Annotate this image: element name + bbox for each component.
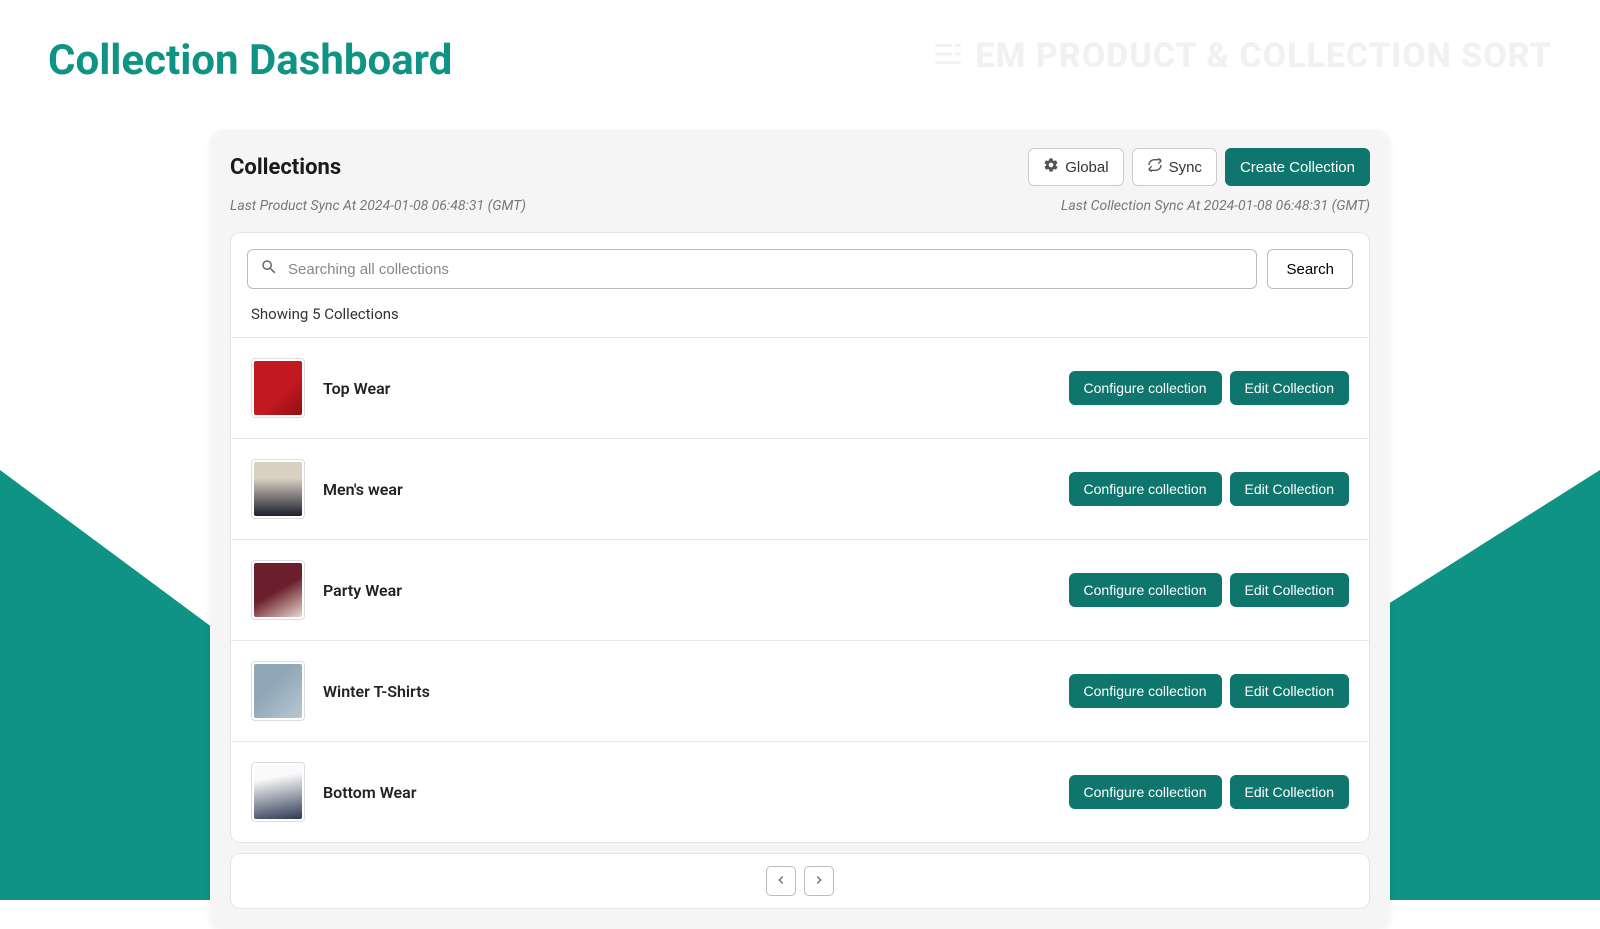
search-button[interactable]: Search <box>1267 249 1353 289</box>
configure-collection-button[interactable]: Configure collection <box>1069 472 1222 506</box>
showing-count: Showing 5 Collections <box>231 299 1369 337</box>
configure-collection-button[interactable]: Configure collection <box>1069 573 1222 607</box>
configure-collection-button[interactable]: Configure collection <box>1069 371 1222 405</box>
chevron-right-icon <box>812 873 826 890</box>
collections-panel: Collections Global Sync Create Collectio… <box>210 130 1390 929</box>
last-product-sync: Last Product Sync At 2024-01-08 06:48:31… <box>230 198 526 214</box>
collection-name: Party Wear <box>323 581 402 600</box>
edit-collection-button[interactable]: Edit Collection <box>1230 371 1350 405</box>
panel-title: Collections <box>230 155 341 180</box>
collection-thumbnail <box>251 560 305 620</box>
collection-row: Top Wear Configure collection Edit Colle… <box>231 337 1369 438</box>
search-icon <box>260 258 288 280</box>
configure-collection-button[interactable]: Configure collection <box>1069 775 1222 809</box>
collection-name: Bottom Wear <box>323 783 416 802</box>
pagination <box>230 853 1370 909</box>
create-collection-label: Create Collection <box>1240 159 1355 176</box>
list-icon <box>931 37 965 75</box>
global-button-label: Global <box>1065 159 1108 176</box>
collection-thumbnail <box>251 459 305 519</box>
last-collection-sync: Last Collection Sync At 2024-01-08 06:48… <box>1061 198 1370 214</box>
collection-thumbnail <box>251 762 305 822</box>
prev-page-button[interactable] <box>766 866 796 896</box>
brand-logo: EM PRODUCT & COLLECTION SORT <box>931 36 1552 76</box>
brand-text: EM PRODUCT & COLLECTION SORT <box>975 36 1552 76</box>
collection-row: Winter T-Shirts Configure collection Edi… <box>231 640 1369 741</box>
global-button[interactable]: Global <box>1028 148 1123 186</box>
sync-button-label: Sync <box>1169 159 1202 176</box>
configure-collection-button[interactable]: Configure collection <box>1069 674 1222 708</box>
search-input[interactable] <box>288 261 1244 278</box>
edit-collection-button[interactable]: Edit Collection <box>1230 674 1350 708</box>
gear-icon <box>1043 157 1059 177</box>
collection-row: Bottom Wear Configure collection Edit Co… <box>231 741 1369 842</box>
collection-name: Top Wear <box>323 379 390 398</box>
edit-collection-button[interactable]: Edit Collection <box>1230 573 1350 607</box>
collection-thumbnail <box>251 661 305 721</box>
collection-name: Men's wear <box>323 480 403 499</box>
create-collection-button[interactable]: Create Collection <box>1225 148 1370 186</box>
chevron-left-icon <box>774 873 788 890</box>
sync-icon <box>1147 157 1163 177</box>
collections-card: Search Showing 5 Collections Top Wear Co… <box>230 232 1370 843</box>
collection-row: Men's wear Configure collection Edit Col… <box>231 438 1369 539</box>
edit-collection-button[interactable]: Edit Collection <box>1230 775 1350 809</box>
page-title: Collection Dashboard <box>48 36 452 85</box>
search-input-wrap[interactable] <box>247 249 1257 289</box>
edit-collection-button[interactable]: Edit Collection <box>1230 472 1350 506</box>
sync-button[interactable]: Sync <box>1132 148 1217 186</box>
collection-row: Party Wear Configure collection Edit Col… <box>231 539 1369 640</box>
collection-name: Winter T-Shirts <box>323 682 430 701</box>
collection-thumbnail <box>251 358 305 418</box>
next-page-button[interactable] <box>804 866 834 896</box>
